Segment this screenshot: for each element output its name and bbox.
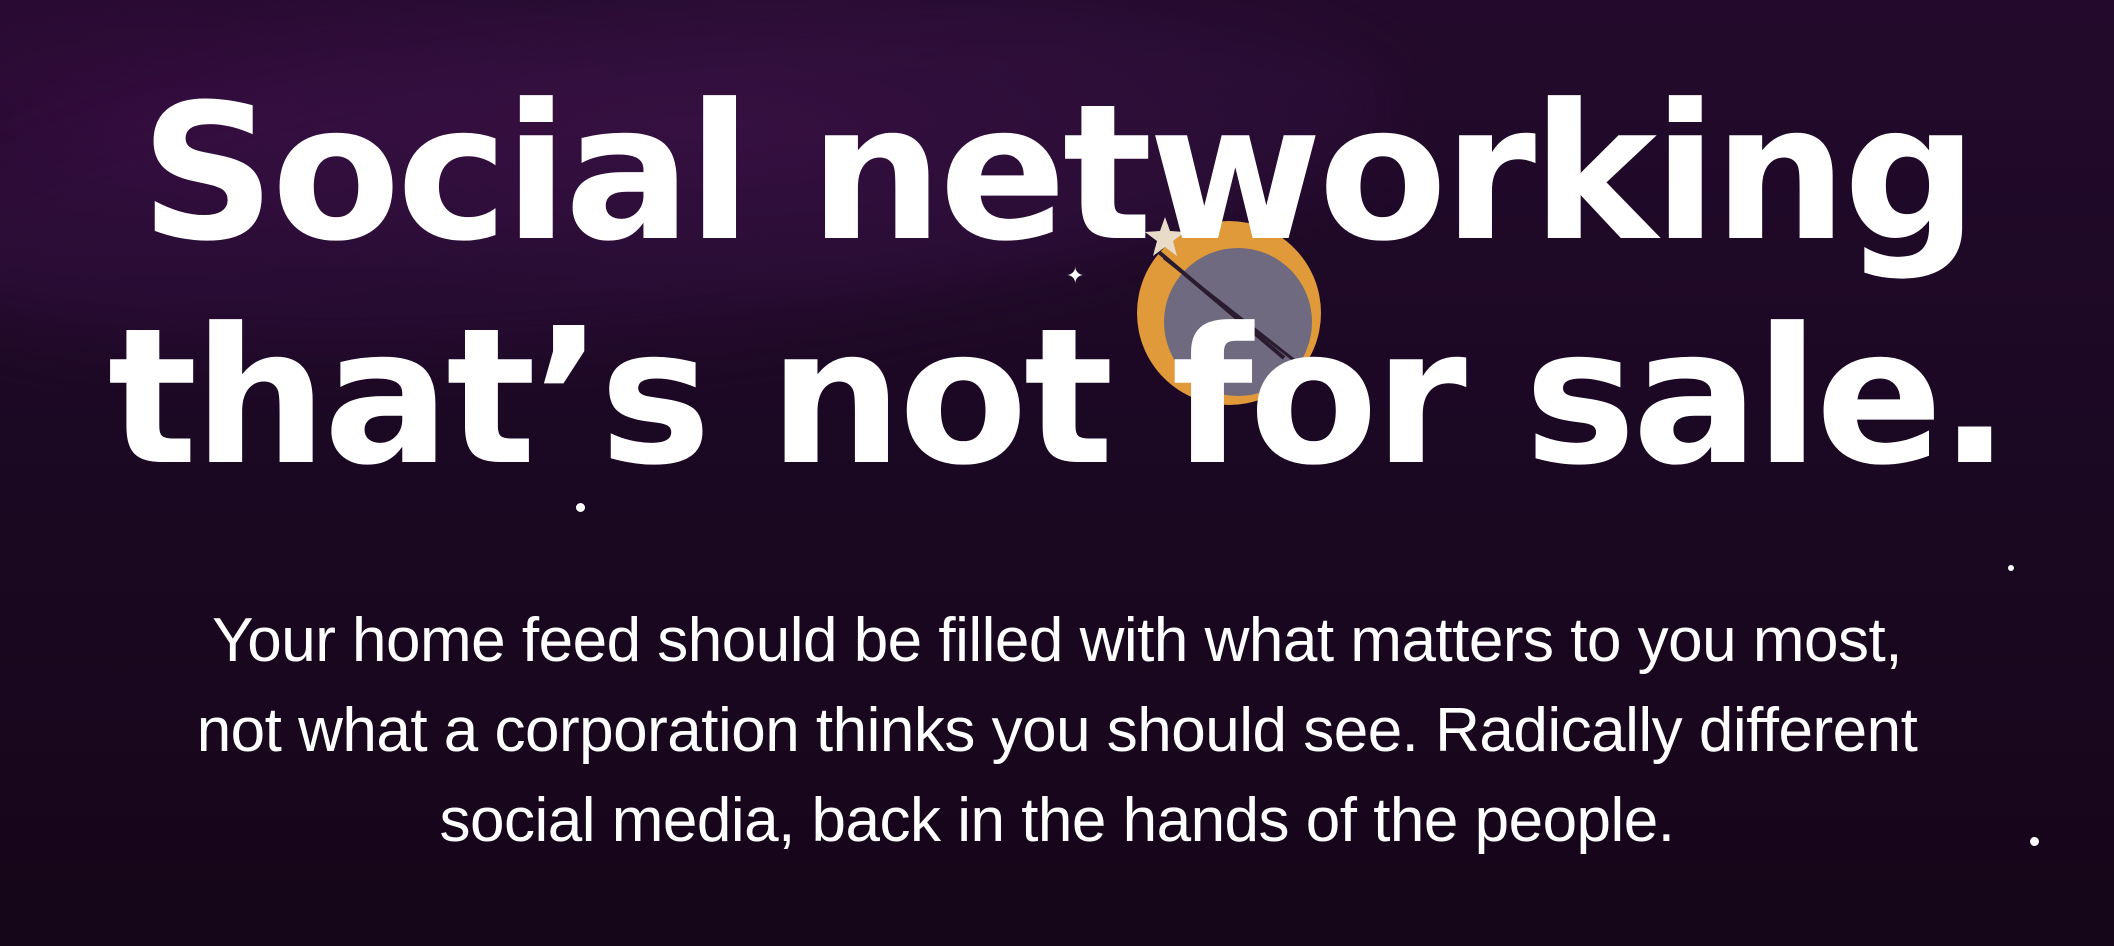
headline-line-2: that’s not for sale. — [107, 288, 2011, 507]
hero-section: ✦ Social networking that’s not for sale.… — [0, 0, 2114, 946]
subtext-line-1: Your home feed should be filled with wha… — [212, 606, 1902, 675]
subtext-line-3: social media, back in the hands of the p… — [439, 786, 1675, 855]
headline-line-1: Social networking — [140, 64, 1978, 283]
star-dot — [2008, 565, 2014, 571]
hero-subtext: Your home feed should be filled with wha… — [0, 596, 2114, 866]
hero-headline: Social networking that’s not for sale. — [0, 62, 2114, 510]
subtext-line-2: not what a corporation thinks you should… — [196, 696, 1918, 765]
